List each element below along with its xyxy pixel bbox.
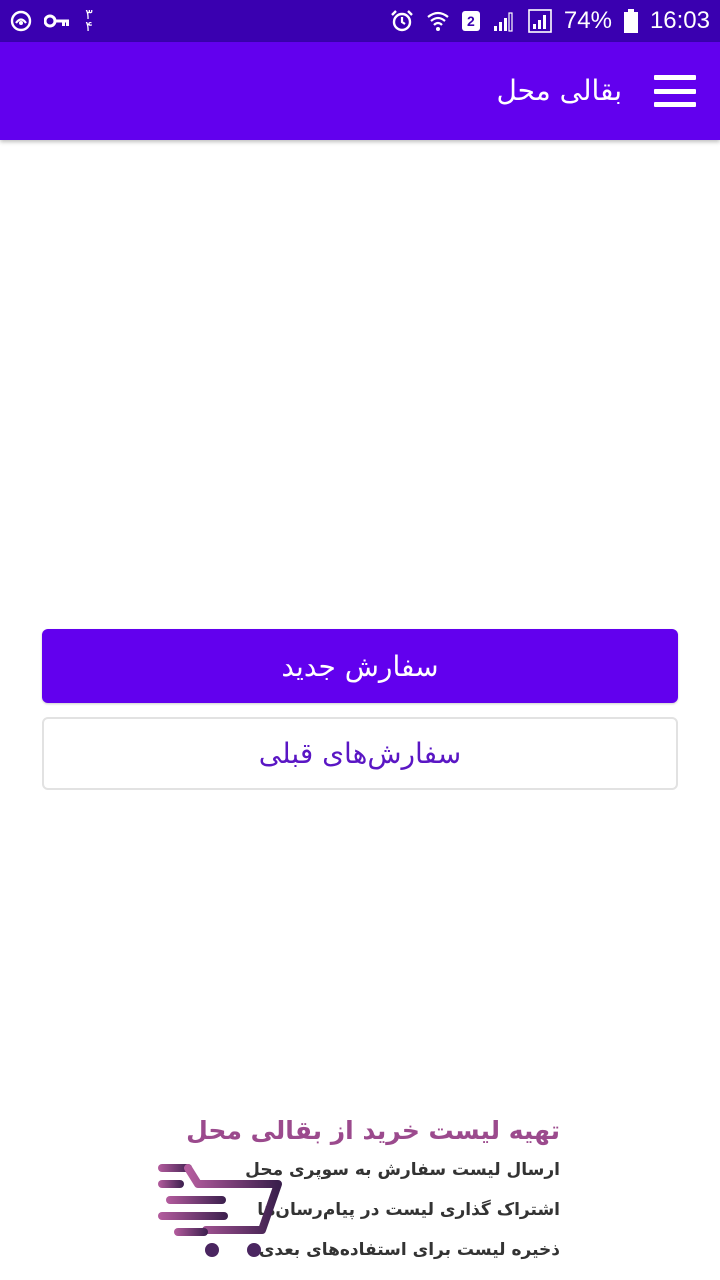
hamburger-menu-icon[interactable] (650, 69, 700, 113)
previous-orders-button[interactable]: سفارش‌های قبلی (42, 717, 678, 790)
promo-title: تهیه لیست خرید از بقالی محل (186, 1116, 560, 1145)
wifi-icon (426, 10, 450, 32)
status-bar: ۳ ۴ 2 74% 16:03 (0, 0, 720, 42)
promo-line: ذخیره لیست برای استفاده‌های بعدی (258, 1240, 560, 1260)
battery-percent: 74% (563, 7, 612, 34)
alarm-icon (390, 9, 414, 33)
signal-icon-secondary (528, 9, 552, 33)
promo-line: اشتراک گذاری لیست در پیام‌رسان‌ها (257, 1200, 560, 1220)
new-order-button[interactable]: سفارش جدید (42, 629, 678, 703)
promo-feature-list: ارسال لیست سفارش به سوپری محل اشتراک گذا… (245, 1160, 560, 1280)
clock: 16:03 (649, 7, 710, 34)
app-bar: بقالی محل (0, 42, 720, 140)
menu-line (654, 88, 696, 94)
promo-banner: تهیه لیست خرید از بقالی محل ارسال لیست س… (0, 1110, 720, 1280)
shopping-cart-icon (158, 1164, 282, 1257)
signal-icon (492, 9, 516, 33)
vpn-icon (10, 10, 32, 32)
status-digits: ۳ ۴ (82, 8, 96, 35)
menu-line (654, 75, 696, 80)
battery-icon (623, 9, 638, 33)
app-title: بقالی محل (496, 74, 622, 107)
status-right: 2 74% 16:03 (390, 7, 710, 35)
sim-badge: 2 (461, 11, 480, 31)
key-icon (44, 13, 70, 29)
status-digit-bottom: ۴ (85, 19, 93, 35)
menu-line (654, 102, 696, 107)
promo-line: ارسال لیست سفارش به سوپری محل (245, 1160, 560, 1180)
status-left: ۳ ۴ (10, 8, 96, 35)
